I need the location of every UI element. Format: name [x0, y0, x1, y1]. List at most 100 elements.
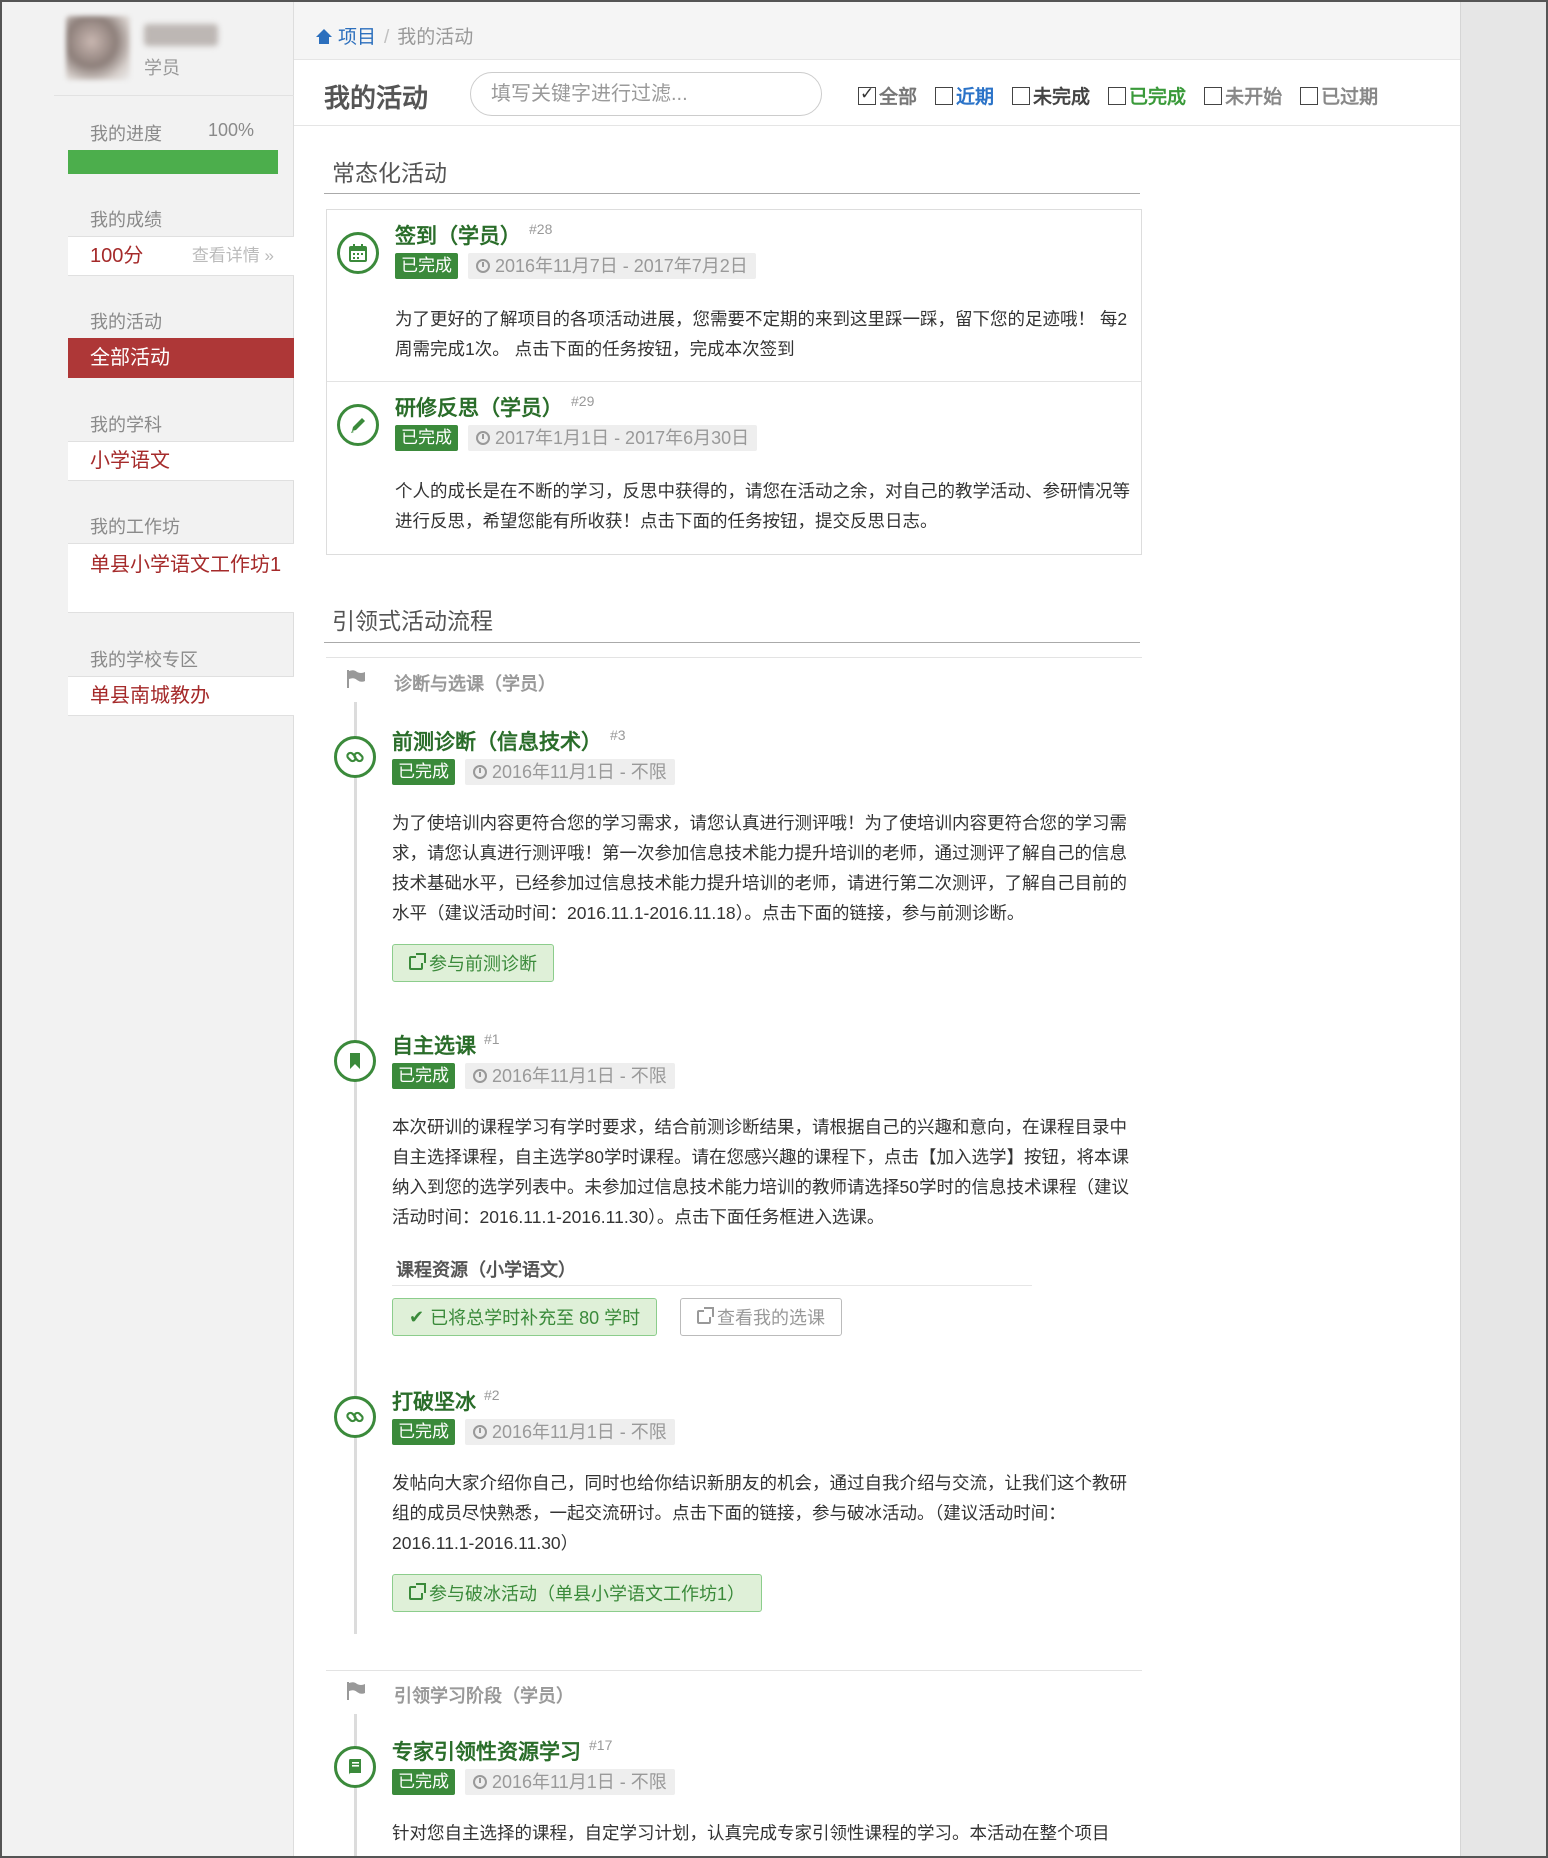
avatar[interactable] — [66, 16, 130, 80]
activity-number: #29 — [571, 393, 595, 409]
score-box: 100分 查看详情 » — [68, 236, 294, 276]
filter-undone-checkbox[interactable] — [1012, 86, 1031, 105]
breadcrumb: 项目 / 我的活动 — [294, 2, 1460, 60]
external-link-icon — [697, 1307, 714, 1324]
filter-expired-label: 已过期 — [1321, 87, 1379, 108]
filter-not-started-label: 未开始 — [1225, 87, 1283, 108]
score-detail-link[interactable]: 查看详情 » — [192, 237, 274, 275]
bookmark-icon — [334, 1040, 376, 1082]
book-icon — [334, 1746, 376, 1788]
activity-description: 发帖向大家介绍你自己，同时也给你结识新朋友的机会，通过自我介绍与交流，让我们这个… — [392, 1473, 1127, 1553]
browser-frame: 学员 我的进度 100% 我的成绩 100分 查看详情 » 我的活动 全部活动 … — [0, 0, 1548, 1858]
breadcrumb-separator: / — [384, 27, 390, 48]
activity-title[interactable]: 自主选课 #1 — [392, 1030, 500, 1060]
status-badge: 已完成 — [392, 1419, 455, 1445]
resource-divider — [392, 1285, 1032, 1286]
join-icebreaker-button[interactable]: 参与破冰活动（单县小学语文工作坊1） — [392, 1574, 763, 1612]
user-role: 学员 — [144, 58, 180, 78]
filter-all-checkbox[interactable] — [858, 84, 876, 105]
filter-undone-label: 未完成 — [1033, 87, 1091, 108]
flag-icon — [347, 1682, 365, 1700]
date-range: 2016年11月1日 - 不限 — [465, 759, 675, 785]
check-icon: ✔ — [409, 1306, 425, 1327]
sidebar-item-workshop[interactable]: 单县小学语文工作坊1 — [68, 543, 294, 613]
activity-title-text: 专家引领性资源学习 — [392, 1741, 581, 1764]
activity-title[interactable]: 签到（学员） #28 — [395, 220, 552, 250]
filter-recent-label: 近期 — [956, 87, 995, 108]
status-badge: 已完成 — [392, 759, 455, 785]
filter-group: 全部 近期 未完成 已完成 未开始 已过期 — [858, 82, 1396, 109]
filter-undone[interactable]: 未完成 — [1012, 82, 1090, 109]
activity-description: 个人的成长是在不断的学习，反思中获得的，请您在活动之余，对自己的教学活动、参研情… — [395, 481, 1130, 531]
activity-title-text: 签到（学员） — [395, 225, 521, 248]
filter-not-started-checkbox[interactable] — [1204, 86, 1223, 105]
activity-meta: 已完成 2016年11月1日 - 不限 — [392, 1419, 675, 1445]
filter-not-started[interactable]: 未开始 — [1204, 82, 1282, 109]
user-name-blurred — [144, 24, 218, 46]
activity-meta: 已完成 2016年11月7日 - 2017年7月2日 — [395, 253, 756, 279]
activity-title[interactable]: 专家引领性资源学习 #17 — [392, 1736, 612, 1766]
regular-activity-panel: 签到（学员） #28 已完成 2016年11月7日 - 2017年7月2日 为了更… — [326, 209, 1142, 555]
section-divider — [324, 193, 1140, 194]
sidebar-item-subject[interactable]: 小学语文 — [68, 441, 294, 481]
activity-number: #17 — [589, 1737, 613, 1753]
section-divider — [324, 642, 1140, 643]
filter-expired-checkbox[interactable] — [1300, 86, 1319, 105]
filter-all[interactable]: 全部 — [858, 82, 917, 109]
school-label: 我的学校专区 — [90, 650, 198, 670]
activity-reflection: 研修反思（学员） #29 已完成 2017年1月1日 - 2017年6月30日 个… — [327, 392, 1143, 552]
sidebar-item-all-activities[interactable]: 全部活动 — [68, 338, 294, 378]
activity-title[interactable]: 打破坚冰 #2 — [392, 1386, 500, 1416]
activity-number: #28 — [529, 221, 553, 237]
progress-label: 我的进度 — [90, 124, 162, 144]
filter-expired[interactable]: 已过期 — [1300, 82, 1378, 109]
workshop-label: 我的工作坊 — [90, 517, 180, 537]
link-icon — [334, 736, 376, 778]
activity-meta: 已完成 2016年11月1日 - 不限 — [392, 1063, 675, 1089]
date-range: 2016年11月1日 - 不限 — [465, 1063, 675, 1089]
filter-recent-checkbox[interactable] — [935, 86, 954, 105]
activity-number: #1 — [484, 1031, 500, 1047]
section-title-regular: 常态化活动 — [332, 160, 447, 186]
section-title-guided: 引领式活动流程 — [332, 608, 493, 634]
join-pretest-button[interactable]: 参与前测诊断 — [392, 944, 554, 982]
activity-title[interactable]: 研修反思（学员） #29 — [395, 392, 594, 422]
status-badge: 已完成 — [392, 1063, 455, 1089]
activity-expert-learning: 专家引领性资源学习 #17 已完成 2016年11月1日 - 不限 针对您自主选择… — [324, 1736, 1140, 1856]
activity-title-text: 前测诊断（信息技术） — [392, 731, 602, 754]
page-gutter — [1460, 2, 1546, 1856]
breadcrumb-home[interactable]: 项目 — [338, 27, 376, 48]
user-card: 学员 — [54, 2, 294, 96]
filter-all-label: 全部 — [879, 87, 918, 108]
date-range: 2017年1月1日 - 2017年6月30日 — [468, 425, 758, 451]
clock-icon — [476, 431, 490, 445]
filter-done-checkbox[interactable] — [1108, 86, 1127, 105]
date-range-text: 2016年11月1日 - 不限 — [492, 1772, 667, 1792]
filter-recent[interactable]: 近期 — [935, 82, 994, 109]
activity-meta: 已完成 2017年1月1日 - 2017年6月30日 — [395, 425, 758, 451]
stage-divider — [326, 1670, 1142, 1671]
progress-bar — [68, 150, 278, 174]
status-badge: 已完成 — [392, 1769, 455, 1795]
credits-complete-button[interactable]: ✔ 已将总学时补充至 80 学时 — [392, 1298, 658, 1336]
activity-course-selection: 自主选课 #1 已完成 2016年11月1日 - 不限 本次研训的课程学习有学时要… — [324, 1030, 1140, 1350]
clock-icon — [476, 259, 490, 273]
view-my-courses-button[interactable]: 查看我的选课 — [680, 1298, 842, 1336]
view-my-courses-label: 查看我的选课 — [717, 1308, 825, 1328]
activity-icebreaker: 打破坚冰 #2 已完成 2016年11月1日 - 不限 发帖向大家介绍你自己，同时… — [324, 1386, 1140, 1646]
clock-icon — [473, 1775, 487, 1789]
progress-value: 100% — [208, 120, 255, 140]
clock-icon — [473, 765, 487, 779]
sidebar-item-school[interactable]: 单县南城教办 — [68, 676, 294, 716]
activity-title[interactable]: 前测诊断（信息技术） #3 — [392, 726, 626, 756]
activity-title-text: 打破坚冰 — [392, 1391, 476, 1414]
search-input[interactable] — [470, 72, 822, 116]
filter-done[interactable]: 已完成 — [1108, 82, 1186, 109]
status-badge: 已完成 — [395, 253, 458, 279]
breadcrumb-current: 我的活动 — [397, 27, 474, 48]
activity-meta: 已完成 2016年11月1日 - 不限 — [392, 1769, 675, 1795]
activity-description: 为了更好的了解项目的各项活动进展，您需要不定期的来到这里踩一踩，留下您的足迹哦！… — [395, 309, 1128, 359]
activity-meta: 已完成 2016年11月1日 - 不限 — [392, 759, 675, 785]
activity-number: #3 — [610, 727, 626, 743]
activity-number: #2 — [484, 1387, 500, 1403]
